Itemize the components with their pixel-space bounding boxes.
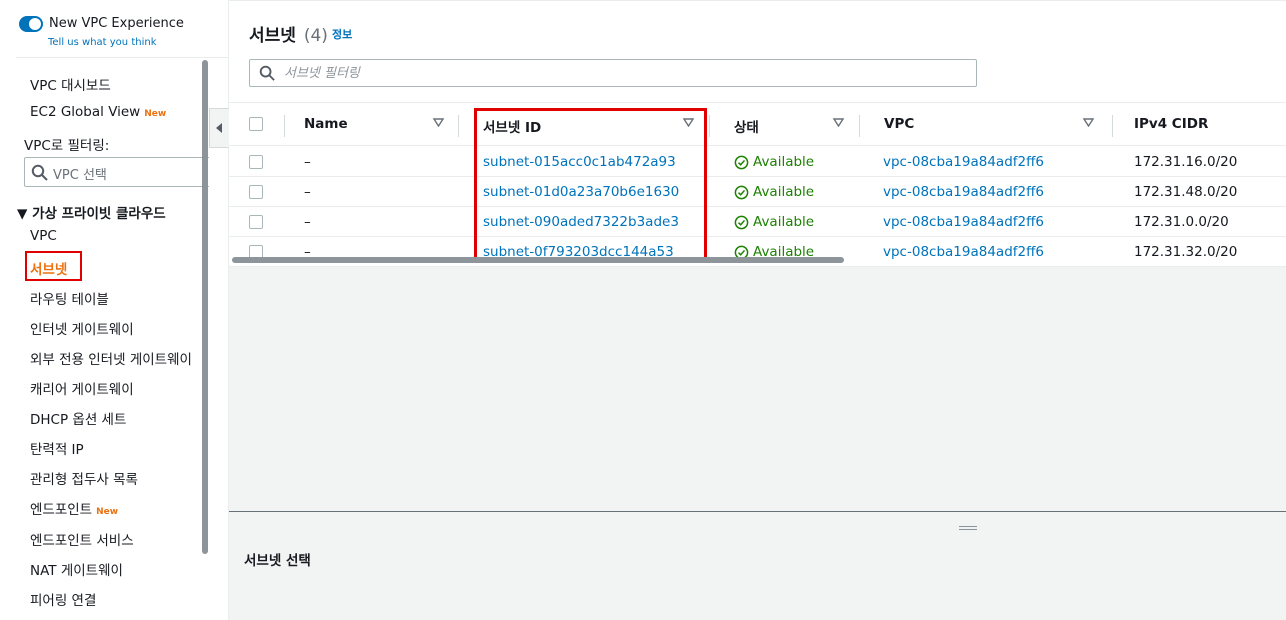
table-header-panel: 서브넷 (4) 정보 (229, 0, 1286, 102)
sort-icon[interactable] (433, 118, 444, 127)
table-row[interactable]: – subnet-090aded7322b3ade3 Available vpc-08… (229, 207, 1286, 237)
sidebar-nav-item[interactable]: 외부 전용 인터넷 게이트웨이 (30, 348, 192, 368)
column-separator (709, 115, 710, 137)
check-circle-icon (734, 155, 749, 169)
sidebar-nav-label: 인터넷 게이트웨이 (30, 322, 134, 338)
cell-status: Available (734, 214, 814, 230)
cell-vpc-link[interactable]: vpc-08cba19a84adf2ff6 (883, 154, 1044, 170)
row-checkbox[interactable] (249, 185, 263, 199)
column-header-status[interactable]: 상태 (734, 116, 759, 136)
split-panel-drag-handle[interactable] (959, 525, 977, 531)
table-horizontal-scrollbar[interactable] (232, 257, 844, 263)
cell-ipv4-cidr: 172.31.0.0/20 (1134, 214, 1229, 230)
vpc-select-placeholder: VPC 선택 (53, 168, 107, 183)
cell-ipv4-cidr: 172.31.48.0/20 (1134, 184, 1238, 200)
collapse-sidebar-button[interactable] (209, 108, 229, 148)
sidebar-nav-label: 캐리어 게이트웨이 (30, 382, 134, 398)
column-separator (458, 115, 459, 137)
sidebar-nav-item[interactable]: VPC (30, 228, 57, 244)
toggle-label: New VPC Experience (49, 16, 184, 31)
sidebar-nav-item[interactable]: NAT 게이트웨이 (30, 559, 123, 579)
cell-name: – (304, 184, 311, 200)
cell-vpc-link[interactable]: vpc-08cba19a84adf2ff6 (883, 214, 1044, 230)
sort-icon[interactable] (833, 118, 844, 127)
status-text: Available (753, 214, 815, 230)
cell-status: Available (734, 154, 814, 170)
sidebar-nav-item[interactable]: 라우팅 테이블 (30, 288, 109, 308)
subnet-filter-input[interactable] (284, 63, 964, 83)
subnet-count: (4) (303, 26, 328, 46)
new-vpc-experience-toggle-row[interactable]: New VPC Experience (19, 15, 184, 33)
subnet-id-highlight (474, 108, 707, 263)
sidebar-nav-item[interactable]: 관리형 접두사 목록 (30, 468, 138, 488)
vpc-select[interactable]: VPC 선택 (24, 157, 209, 187)
column-separator (859, 115, 860, 137)
split-panel: 서브넷 선택 (229, 511, 1286, 620)
sidebar-divider (16, 57, 229, 58)
new-experience-toggle[interactable] (19, 16, 43, 32)
sidebar-nav-item[interactable]: 탄력적 IP (30, 438, 84, 458)
sidebar-nav-item[interactable]: 엔드포인트 서비스 (30, 529, 134, 549)
cell-ipv4-cidr: 172.31.16.0/20 (1134, 154, 1238, 170)
cell-ipv4-cidr: 172.31.32.0/20 (1134, 244, 1238, 260)
sidebar-scrollbar[interactable] (202, 60, 208, 554)
search-icon (31, 164, 48, 181)
sidebar-nav-label: 탄력적 IP (30, 442, 84, 458)
sidebar-nav-label: DHCP 옵션 세트 (30, 412, 127, 428)
sidebar-nav-label: VPC (30, 228, 57, 244)
sidebar-nav-item[interactable]: 엔드포인트 New (30, 498, 118, 518)
new-badge: New (96, 507, 119, 517)
cell-name: – (304, 154, 311, 170)
new-badge: New (144, 109, 167, 119)
column-separator (1112, 115, 1113, 137)
sidebar-nav-label: 엔드포인트 (30, 502, 93, 518)
split-panel-title: 서브넷 선택 (244, 553, 311, 569)
check-circle-icon (734, 215, 749, 229)
section-virtual-private-cloud[interactable]: ▼ 가상 프라이빗 클라우드 (17, 202, 166, 222)
subnets-table: Name 서브넷 ID 상태 VPC IPv4 CIDR – subnet-015… (229, 102, 1286, 267)
check-circle-icon (734, 185, 749, 199)
sidebar-nav-label: 피어링 연결 (30, 593, 97, 609)
cell-name: – (304, 214, 311, 230)
subnet-filter[interactable] (249, 59, 977, 87)
sidebar-nav-item[interactable]: 피어링 연결 (30, 589, 96, 609)
column-header-name[interactable]: Name (304, 116, 348, 132)
sidebar-nav-item[interactable]: 인터넷 게이트웨이 (30, 318, 134, 338)
cell-vpc-link[interactable]: vpc-08cba19a84adf2ff6 (883, 184, 1044, 200)
feedback-link[interactable]: Tell us what you think (48, 37, 157, 48)
sidebar-nav-label: NAT 게이트웨이 (30, 563, 123, 579)
cell-vpc-link[interactable]: vpc-08cba19a84adf2ff6 (883, 244, 1044, 260)
row-checkbox[interactable] (249, 155, 263, 169)
select-all-checkbox[interactable] (249, 117, 263, 131)
page-title-text: 서브넷 (249, 26, 296, 46)
page-title: 서브넷 (4) (249, 21, 328, 46)
table-header-row: Name 서브넷 ID 상태 VPC IPv4 CIDR (229, 103, 1286, 146)
sidebar-nav-label: 외부 전용 인터넷 게이트웨이 (30, 352, 192, 368)
sidebar-nav-item[interactable]: DHCP 옵션 세트 (30, 408, 126, 428)
table-row[interactable]: – subnet-015acc0c1ab472a93 Available vpc-08… (229, 147, 1286, 177)
column-header-ipv4-cidr[interactable]: IPv4 CIDR (1134, 116, 1208, 132)
nav-ec2-global-view[interactable]: EC2 Global View New (30, 104, 166, 120)
status-text: Available (753, 154, 815, 170)
column-separator (284, 115, 285, 137)
cell-status: Available (734, 184, 814, 200)
search-icon (259, 65, 275, 81)
caret-left-icon (216, 123, 222, 133)
row-checkbox[interactable] (249, 215, 263, 229)
sidebar-nav-label: 라우팅 테이블 (30, 292, 109, 308)
subnet-nav-highlight (25, 251, 82, 281)
sidebar-nav-label: 엔드포인트 서비스 (30, 533, 134, 549)
vpc-filter-label: VPC로 필터링: (24, 138, 110, 154)
nav-ec2-global-view-label: EC2 Global View (30, 104, 141, 120)
nav-vpc-dashboard[interactable]: VPC 대시보드 (30, 74, 111, 94)
status-text: Available (753, 184, 815, 200)
sidebar: New VPC Experience Tell us what you thin… (0, 0, 229, 620)
sidebar-nav-item[interactable]: 캐리어 게이트웨이 (30, 378, 134, 398)
sidebar-nav-label: 관리형 접두사 목록 (30, 472, 138, 488)
column-header-vpc[interactable]: VPC (884, 116, 914, 132)
info-link[interactable]: 정보 (332, 26, 352, 42)
sort-icon[interactable] (1083, 118, 1094, 127)
table-row[interactable]: – subnet-01d0a23a70b6e1630 Available vpc-08… (229, 177, 1286, 207)
